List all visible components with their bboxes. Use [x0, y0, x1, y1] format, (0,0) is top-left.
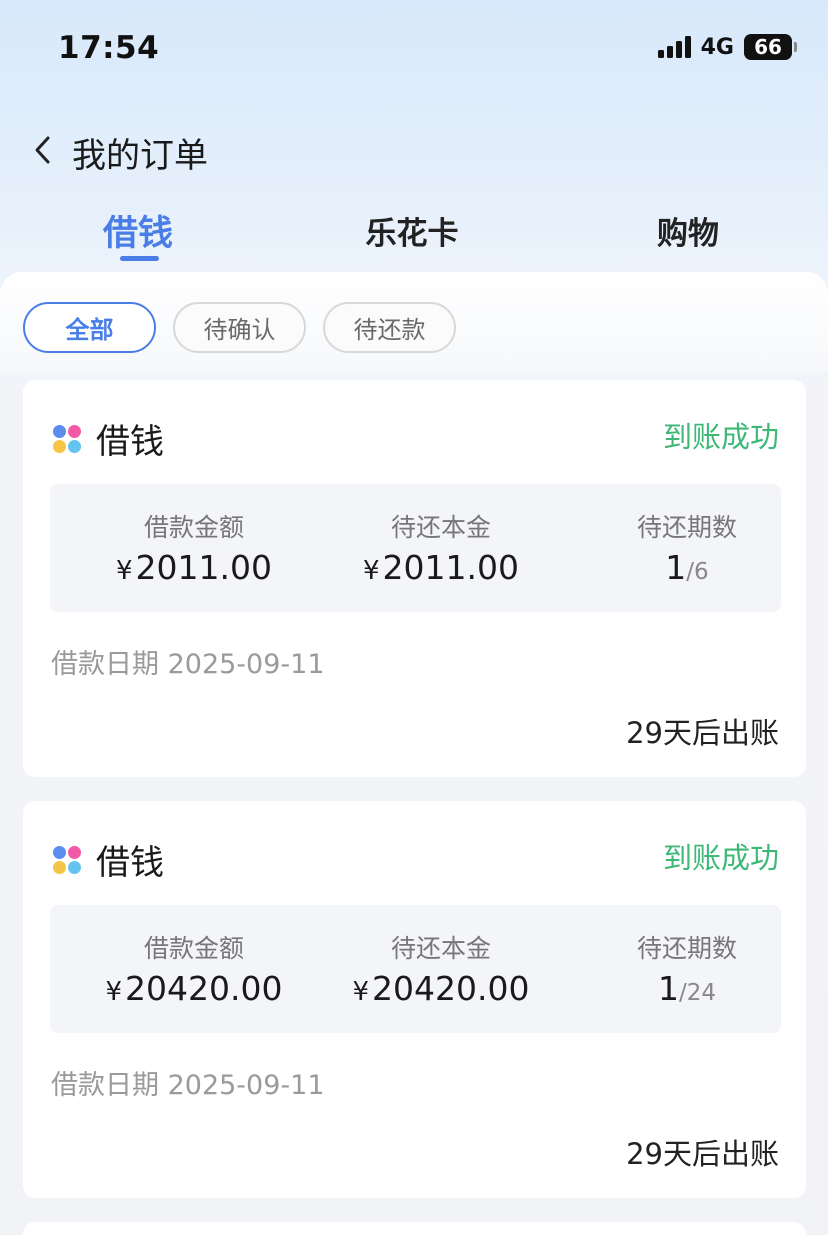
bill-note: 29天后出账 — [626, 1137, 779, 1171]
brand-clover-icon — [53, 845, 81, 874]
order-status: 到账成功 — [662, 420, 779, 454]
loan-amount-label: 借款金额 — [143, 934, 244, 963]
battery-icon: 66 — [744, 34, 797, 60]
order-card[interactable]: 借钱 到账成功 借款金额 ¥2011.00 待还本金 ¥2011.00 待还期数… — [23, 380, 806, 777]
bill-note: 29天后出账 — [626, 716, 779, 750]
principal: 待还本金 ¥20420.00 — [331, 933, 551, 1014]
filter-pending-repay[interactable]: 待还款 — [323, 302, 456, 353]
status-time: 17:54 — [58, 30, 160, 66]
period-total: /6 — [686, 559, 709, 585]
loan-date-label: 借款日期 — [51, 649, 159, 680]
period-current: 1 — [665, 548, 687, 587]
signal-icon — [657, 36, 691, 58]
nav-header: 我的订单 — [0, 120, 828, 180]
loan-date-label: 借款日期 — [51, 1070, 159, 1101]
tab-borrow[interactable]: 借钱 — [103, 205, 173, 256]
principal-label: 待还本金 — [390, 934, 491, 963]
periods: 待还期数 1/24 — [577, 933, 797, 1015]
loan-amount: 借款金额 ¥20420.00 — [84, 933, 304, 1014]
principal-label: 待还本金 — [390, 513, 491, 542]
filter-pending-confirm[interactable]: 待确认 — [173, 302, 306, 353]
order-header: 借钱 — [53, 414, 164, 463]
chevron-left-icon — [35, 136, 50, 164]
filter-bar: 全部 待确认 待还款 — [0, 272, 828, 372]
brand-clover-icon — [53, 424, 81, 453]
order-header: 借钱 — [53, 835, 164, 884]
status-bar: 17:54 4G 66 — [0, 0, 828, 100]
loan-date-row: 借款日期 2025-09-11 — [51, 1063, 325, 1102]
currency-symbol: ¥ — [362, 556, 380, 586]
order-card[interactable]: 借钱 到账成功 借款金额 ¥20420.00 待还本金 ¥20420.00 待还… — [23, 801, 806, 1198]
order-status: 到账成功 — [662, 841, 779, 875]
principal-value: 20420.00 — [372, 969, 530, 1008]
periods-label: 待还期数 — [636, 513, 737, 542]
currency-symbol: ¥ — [115, 556, 133, 586]
periods: 待还期数 1/6 — [577, 512, 797, 594]
loan-date-row: 借款日期 2025-09-11 — [51, 642, 325, 681]
order-title: 借钱 — [96, 422, 164, 462]
battery-level: 66 — [754, 35, 782, 59]
tab-lehua-card[interactable]: 乐花卡 — [366, 208, 459, 253]
periods-label: 待还期数 — [636, 934, 737, 963]
loan-amount-value: 2011.00 — [135, 548, 272, 587]
currency-symbol: ¥ — [352, 977, 370, 1007]
loan-amount-value: 20420.00 — [125, 969, 283, 1008]
order-card-partial[interactable] — [23, 1222, 806, 1235]
currency-symbol: ¥ — [105, 977, 123, 1007]
loan-amount: 借款金额 ¥2011.00 — [84, 512, 304, 593]
status-indicators: 4G 66 — [657, 34, 797, 60]
category-tabs: 借钱 乐花卡 购物 — [0, 200, 828, 270]
period-current: 1 — [657, 969, 679, 1008]
filter-all[interactable]: 全部 — [23, 302, 156, 353]
active-tab-indicator — [120, 256, 159, 261]
order-summary: 借款金额 ¥2011.00 待还本金 ¥2011.00 待还期数 1/6 — [50, 484, 781, 612]
back-button[interactable] — [28, 132, 58, 168]
tab-shopping[interactable]: 购物 — [657, 208, 719, 253]
loan-date-value: 2025-09-11 — [167, 1070, 325, 1101]
order-title: 借钱 — [96, 843, 164, 883]
period-total: /24 — [678, 980, 716, 1006]
order-summary: 借款金额 ¥20420.00 待还本金 ¥20420.00 待还期数 1/24 — [50, 905, 781, 1033]
principal-value: 2011.00 — [382, 548, 519, 587]
loan-date-value: 2025-09-11 — [167, 649, 325, 680]
page-title: 我的订单 — [72, 136, 208, 176]
loan-amount-label: 借款金额 — [143, 513, 244, 542]
network-label: 4G — [700, 34, 734, 60]
principal: 待还本金 ¥2011.00 — [331, 512, 551, 593]
